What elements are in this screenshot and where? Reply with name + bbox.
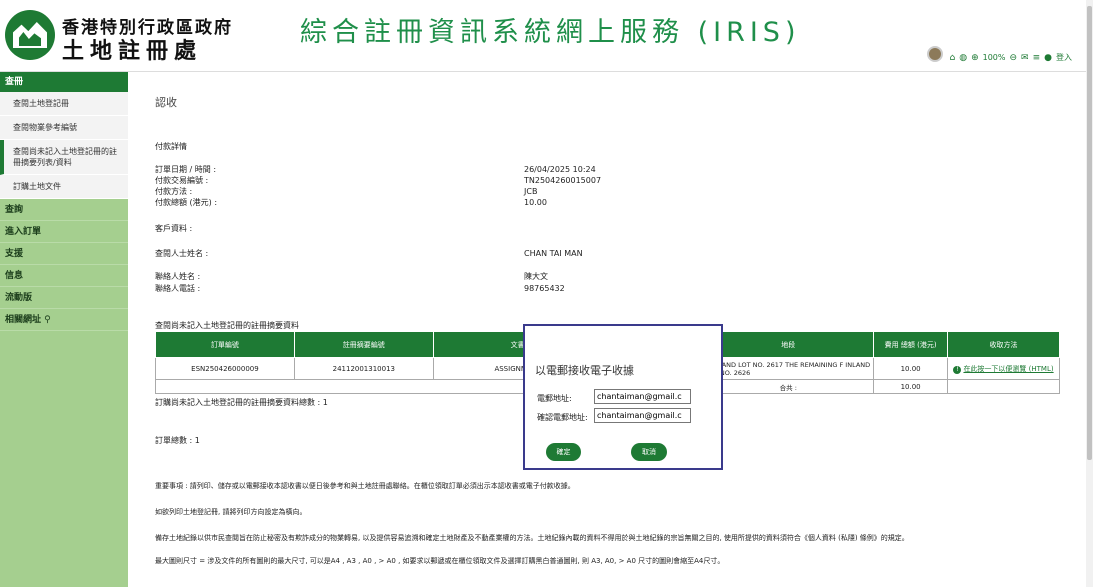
total-value: 10.00 [873, 379, 949, 394]
system-title: 綜合註冊資訊系統網上服務 (IRIS) [300, 17, 801, 48]
sidebar-item-enquiry[interactable]: 查詢 [0, 199, 128, 221]
header: 香港特別行政區政府 土地註冊處 綜合註冊資訊系統網上服務 (IRIS) ⌂ ◍ … [0, 0, 1086, 72]
email-receipt-dialog: 以電郵接收電子收據 電郵地址: 確認電郵地址: 確定 取消 [523, 324, 723, 470]
col-method: 收取方法 [947, 331, 1060, 358]
sidebar: 查冊 查閱土地登記冊 查閱物業參考編號 查閱尚未記入土地登記冊的註冊摘要列表/資… [0, 72, 128, 587]
lot-cell: F INLAND LOT NO. 2617 THE REMAINING F IN… [702, 357, 875, 380]
order-total: 訂單總數 : 1 [155, 436, 200, 445]
sidebar-item-memorials[interactable]: 查閱尚未記入土地登記冊的註冊摘要列表/資料 [0, 140, 128, 175]
order-no-cell: ESN250426000009 [155, 357, 295, 380]
note-important: 重要事項 : 請列印、儲存或以電郵接收本認收書以便日後參考和與土地註冊處聯絡。在… [155, 482, 575, 490]
sidebar-item-mobile[interactable]: 流動版 [0, 287, 128, 309]
searcher-name-value: CHAN TAI MAN [524, 249, 583, 258]
home-icon[interactable]: ⌂ [950, 53, 956, 63]
confirm-email-field[interactable] [594, 408, 691, 423]
zoom-in-icon[interactable]: ⊕ [971, 53, 979, 63]
col-fee: 費用 總額 (港元) [873, 331, 949, 358]
contact-name-label: 聯絡人姓名 : [155, 272, 201, 281]
table-title: 查閱尚未記入土地登記冊的註冊摘要資料 [155, 321, 299, 330]
menu-icon[interactable]: ≡ [1033, 53, 1041, 63]
fee-cell: 10.00 [873, 357, 949, 380]
sidebar-item-links[interactable]: 相關網址 ⚲ [0, 309, 128, 331]
order-datetime-value: 26/04/2025 10:24 [524, 165, 596, 174]
payment-method-label: 付款方法 : [155, 187, 193, 196]
payment-method-value: JCB [524, 187, 538, 196]
ordered-count: 訂購尚未記入土地登記冊的註冊摘要資料總數 : 1 [155, 398, 328, 407]
payment-total-label: 付款總額 (港元) : [155, 198, 218, 207]
searcher-name-label: 查閱人士姓名 : [155, 249, 209, 258]
method-cell: ! 在此按一下以便瀏覽 (HTML) [947, 357, 1060, 380]
contact-phone-value: 98765432 [524, 284, 565, 293]
transaction-no-label: 付款交易編號 : [155, 176, 209, 185]
scrollbar-thumb[interactable] [1087, 6, 1092, 460]
contact-name-value: 陳大文 [524, 272, 548, 281]
contact-phone-label: 聯絡人電話 : [155, 284, 201, 293]
toolbar: ⌂ ◍ ⊕ 100% ⊖ ✉ ≡ ● 登入 [926, 45, 1072, 63]
info-icon: ! [953, 365, 962, 374]
sidebar-item-support[interactable]: 支援 [0, 243, 128, 265]
memorial-no-cell: 24112001310013 [293, 357, 434, 380]
department-name-line2: 土地註冊處 [62, 39, 203, 64]
confirm-email-label: 確認電郵地址: [537, 413, 588, 422]
customer-heading: 客戶資料 : [155, 224, 193, 233]
ok-button[interactable]: 確定 [546, 443, 581, 461]
sidebar-section-search[interactable]: 查冊 [0, 72, 128, 92]
sidebar-submenu: 查閱土地登記冊 查閱物業參考編號 查閱尚未記入土地登記冊的註冊摘要列表/資料 訂… [0, 92, 128, 199]
zoom-out-icon[interactable]: ⊖ [1010, 53, 1018, 63]
transaction-no-value: TN2504260015007 [524, 176, 602, 185]
user-icon[interactable]: ● [1044, 53, 1052, 63]
total-label: 合共 : [702, 379, 875, 394]
view-html-link[interactable]: 在此按一下以便瀏覽 (HTML) [963, 365, 1053, 373]
link-icon: ⚲ [44, 315, 51, 325]
avatar [926, 45, 943, 62]
sidebar-item-links-label: 相關網址 [5, 315, 42, 325]
col-lot: 地段 [702, 331, 875, 358]
mail-icon[interactable]: ✉ [1021, 53, 1029, 63]
globe-icon[interactable]: ◍ [959, 53, 967, 63]
order-datetime-label: 訂單日期 / 時間 : [155, 165, 217, 174]
note-privacy: 備存土地紀錄以供市民查閱旨在防止秘密及有欺詐成分的物業轉易, 以及提供容易追溯和… [155, 534, 909, 542]
note-print: 如欲列印土地登記冊, 請將列印方向設定為橫向。 [155, 508, 307, 516]
col-memorial-no: 註冊摘要編號 [293, 331, 434, 358]
sidebar-item-land-register[interactable]: 查閱土地登記冊 [0, 92, 128, 116]
sidebar-item-info[interactable]: 信息 [0, 265, 128, 287]
land-registry-logo[interactable] [5, 10, 55, 60]
login-link[interactable]: 登入 [1056, 52, 1072, 63]
cancel-button[interactable]: 取消 [631, 443, 667, 461]
sidebar-item-orders[interactable]: 進入訂單 [0, 221, 128, 243]
page-title: 認收 [155, 96, 177, 109]
scrollbar[interactable] [1086, 0, 1093, 587]
sidebar-item-order-docs[interactable]: 訂購土地文件 [0, 175, 128, 199]
email-field[interactable] [594, 389, 691, 404]
note-plan-size: 最大圖則尺寸 = 涉及文件的所有圖則的最大尺寸, 可以是A4 , A3 , A0… [155, 557, 725, 565]
dialog-title: 以電郵接收電子收據 [535, 364, 634, 377]
email-label: 電郵地址: [537, 394, 572, 403]
payment-total-value: 10.00 [524, 198, 547, 207]
sidebar-item-property-ref[interactable]: 查閱物業參考編號 [0, 116, 128, 140]
payment-heading: 付款詳情 [155, 142, 187, 151]
col-order-no: 訂單編號 [155, 331, 295, 358]
zoom-level: 100% [982, 53, 1006, 62]
